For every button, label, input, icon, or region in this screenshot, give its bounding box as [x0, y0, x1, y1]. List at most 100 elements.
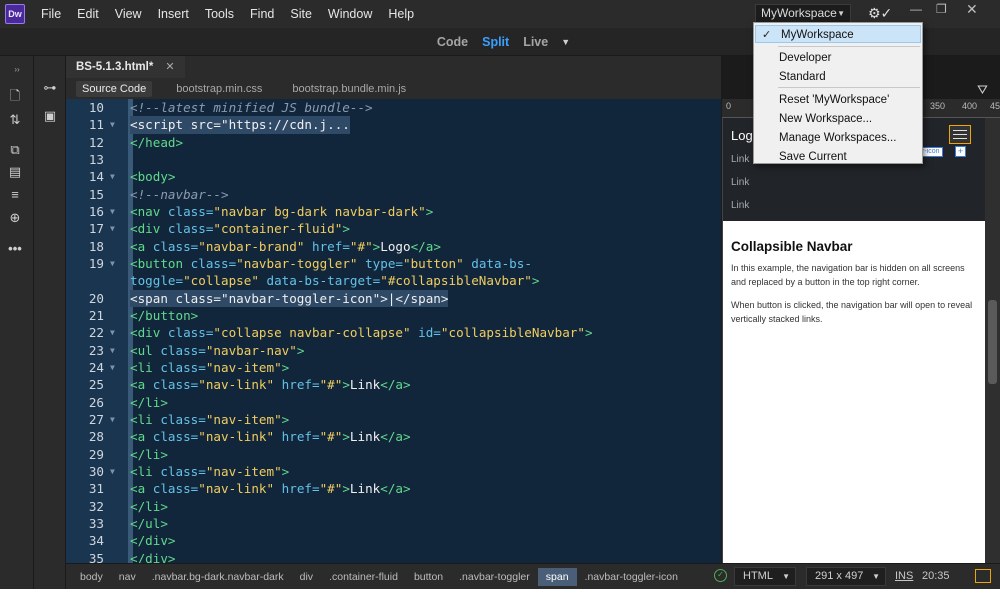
code-text[interactable]: toggle="collapse" data-bs-target="#colla… — [130, 272, 539, 289]
code-line[interactable]: 24 ▼ <li class="nav-item"> — [66, 359, 721, 376]
related-file-tab[interactable]: bootstrap.bundle.min.js — [286, 81, 412, 97]
menu-tools[interactable]: Tools — [197, 0, 242, 28]
split-view-button[interactable]: Split — [482, 35, 509, 49]
code-text[interactable]: <a class="nav-link" href="#">Link</a> — [130, 376, 411, 393]
code-editor[interactable]: 10 <!--latest minified JS bundle--> 11 ▼ <sc… — [66, 99, 721, 563]
code-text[interactable]: </head> — [130, 134, 183, 151]
code-text[interactable]: <script src="https://cdn.j... — [130, 116, 350, 134]
code-text[interactable]: </button> — [130, 307, 198, 324]
code-text[interactable]: <li class="nav-item"> — [130, 411, 289, 428]
code-line[interactable]: 31 <a class="nav-link" href="#">Link</a> — [66, 480, 721, 497]
fold-toggle-icon[interactable]: ▼ — [110, 342, 115, 359]
code-text[interactable]: <button class="navbar-toggler" type="but… — [130, 255, 532, 272]
code-view-button[interactable]: Code — [437, 35, 468, 49]
live-view-dropdown-icon[interactable]: ▼ — [561, 37, 570, 47]
target-icon[interactable]: ⊕ — [5, 208, 25, 228]
code-text[interactable]: <li class="nav-item"> — [130, 359, 289, 376]
breadcrumb-item[interactable]: div — [292, 568, 321, 586]
fold-toggle-icon[interactable]: ▼ — [110, 168, 115, 185]
document-tab[interactable]: BS-5.1.3.html* ✕ — [66, 56, 185, 78]
code-text[interactable]: <a class="nav-link" href="#">Link</a> — [130, 428, 411, 445]
code-line[interactable]: 10 <!--latest minified JS bundle--> — [66, 99, 721, 116]
collapse-panel-icon[interactable]: ›› — [7, 59, 27, 79]
code-line[interactable]: 25 <a class="nav-link" href="#">Link</a> — [66, 376, 721, 393]
code-line[interactable]: 17 ▼ <div class="container-fluid"> — [66, 220, 721, 237]
code-line[interactable]: 16 ▼ <nav class="navbar bg-dark navbar-dar… — [66, 203, 721, 220]
code-text[interactable]: <body> — [130, 168, 176, 185]
code-line[interactable]: 20 <span class="navbar-toggler-icon">|</s… — [66, 289, 721, 307]
code-line[interactable]: 14 ▼ <body> — [66, 168, 721, 185]
code-text[interactable]: </li> — [130, 446, 168, 463]
close-tab-icon[interactable]: ✕ — [165, 56, 174, 78]
minimize-icon[interactable]: — — [910, 2, 922, 16]
code-text[interactable]: <li class="nav-item"> — [130, 463, 289, 480]
code-options-icon[interactable]: ▤ — [5, 162, 25, 182]
insert-mode-indicator[interactable]: INS — [895, 570, 913, 582]
workspace-menu-item[interactable]: Reset 'MyWorkspace' — [754, 91, 922, 109]
code-line[interactable]: 26 </li> — [66, 394, 721, 411]
menu-file[interactable]: File — [33, 0, 69, 28]
breadcrumb-item[interactable]: .navbar.bg-dark.navbar-dark — [144, 568, 292, 586]
fold-toggle-icon[interactable]: ▼ — [110, 359, 115, 376]
breadcrumb-item[interactable]: button — [406, 568, 451, 586]
fold-toggle-icon[interactable]: ▼ — [110, 411, 115, 428]
format-source-icon[interactable]: ≡ — [5, 184, 25, 204]
code-text[interactable]: <!--navbar--> — [130, 186, 229, 203]
workspace-menu-item[interactable]: Manage Workspaces... — [754, 129, 922, 147]
related-file-tab[interactable]: bootstrap.min.css — [170, 81, 268, 97]
menu-insert[interactable]: Insert — [150, 0, 197, 28]
code-line[interactable]: 21 </button> — [66, 307, 721, 324]
breadcrumb-item[interactable]: .navbar-toggler — [451, 568, 538, 586]
live-view[interactable]: Logo Link Link Link r-icon + Collapsible… — [722, 118, 985, 563]
code-text[interactable]: </li> — [130, 498, 168, 515]
breadcrumb-item[interactable]: span — [537, 567, 577, 586]
code-line[interactable]: 30 ▼ <li class="nav-item"> — [66, 463, 721, 480]
code-text[interactable]: <!--latest minified JS bundle--> — [130, 99, 373, 116]
menu-window[interactable]: Window — [320, 0, 380, 28]
window-size-select[interactable]: 291 x 497 ▼ — [806, 567, 886, 586]
filter-icon[interactable]: ⛛ — [977, 82, 988, 98]
breadcrumb-item[interactable]: .container-fluid — [321, 568, 406, 586]
more-tools-icon[interactable]: ••• — [5, 238, 25, 258]
preview-in-browser-icon[interactable] — [975, 569, 991, 583]
live-nav-link[interactable]: Link — [731, 200, 749, 211]
code-line[interactable]: 34 </div> — [66, 532, 721, 549]
fold-toggle-icon[interactable]: ▼ — [110, 116, 115, 133]
fold-toggle-icon[interactable]: ▼ — [110, 255, 115, 272]
code-line[interactable]: 11 ▼ <script src="https://cdn.j... — [66, 116, 721, 134]
document-type-select[interactable]: HTML ▼ — [734, 567, 796, 586]
code-text[interactable]: </div> — [130, 550, 176, 563]
breadcrumb-item[interactable]: .navbar-toggler-icon — [577, 568, 686, 586]
code-text[interactable]: <div class="collapse navbar-collapse" id… — [130, 324, 593, 341]
workspace-menu-item[interactable]: New Workspace... — [754, 110, 922, 128]
code-text[interactable]: <a class="navbar-brand" href="#">Logo</a… — [130, 238, 441, 255]
no-errors-icon[interactable]: ✓ — [714, 569, 727, 582]
fold-toggle-icon[interactable]: ▼ — [110, 203, 115, 220]
workspace-menu-item[interactable]: Save Current — [754, 148, 922, 166]
code-line[interactable]: 23 ▼ <ul class="navbar-nav"> — [66, 342, 721, 359]
code-text[interactable]: <nav class="navbar bg-dark navbar-dark"> — [130, 203, 433, 220]
live-navbar-toggler[interactable] — [949, 125, 971, 144]
sync-settings-icon[interactable]: ⚙✓ — [868, 5, 892, 22]
menu-help[interactable]: Help — [380, 0, 422, 28]
breadcrumb-item[interactable]: body — [72, 568, 111, 586]
code-line[interactable]: 18 <a class="navbar-brand" href="#">Logo<… — [66, 238, 721, 255]
code-line[interactable]: 32 </li> — [66, 498, 721, 515]
code-text[interactable]: <span class="navbar-toggler-icon">|</spa… — [130, 289, 449, 307]
get-put-files-icon[interactable]: ⇅ — [5, 110, 25, 130]
source-code-tab[interactable]: Source Code — [76, 80, 153, 97]
fold-toggle-icon[interactable]: ▼ — [110, 463, 115, 480]
code-line[interactable]: 35 </div> — [66, 550, 721, 563]
code-text[interactable]: <ul class="navbar-nav"> — [130, 342, 304, 359]
new-file-icon[interactable]: 🗋 — [5, 88, 25, 108]
menu-site[interactable]: Site — [282, 0, 320, 28]
workspace-menu-item[interactable]: Standard — [754, 68, 922, 86]
workspace-menu-item[interactable]: ✓ MyWorkspace — [755, 25, 921, 43]
code-line[interactable]: 13 — [66, 151, 721, 168]
code-line[interactable]: 15 <!--navbar--> — [66, 186, 721, 203]
live-nav-link[interactable]: Link — [731, 154, 749, 165]
code-text[interactable]: </ul> — [130, 515, 168, 532]
add-class-button[interactable]: + — [955, 146, 966, 157]
code-line[interactable]: 33 </ul> — [66, 515, 721, 532]
code-text[interactable]: <div class="container-fluid"> — [130, 220, 350, 237]
